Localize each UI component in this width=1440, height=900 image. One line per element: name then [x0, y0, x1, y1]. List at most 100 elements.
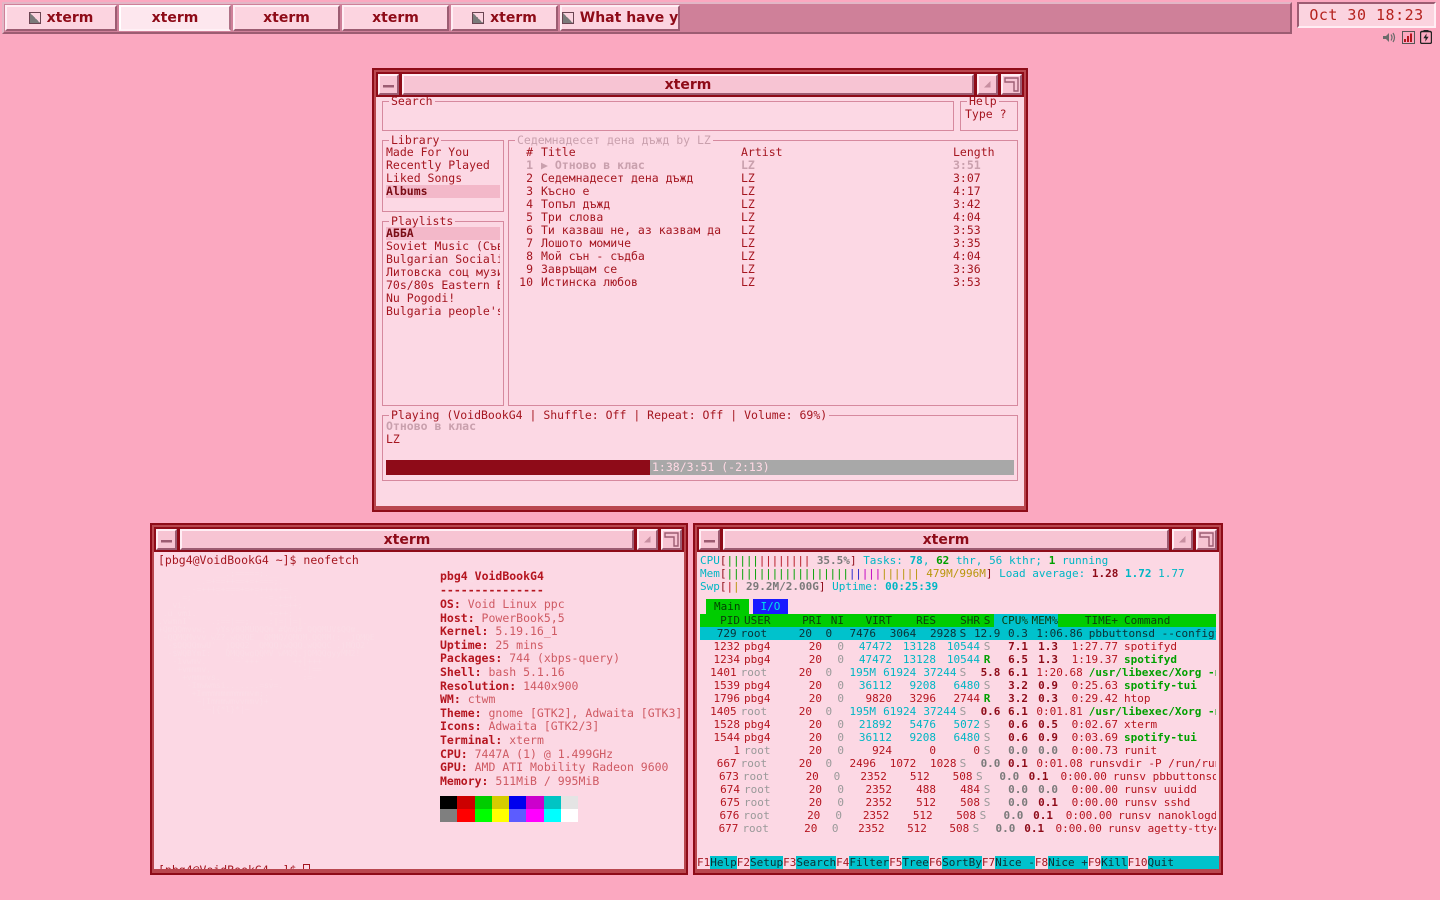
- resize-icon[interactable]: [1196, 529, 1217, 550]
- tab-io[interactable]: I/O: [752, 599, 789, 614]
- process-row[interactable]: 674 root 20 0 2352 488 484 S 0.0 0.0 0:00.00 runsv …: [700, 783, 1216, 796]
- track-row[interactable]: 2 Седемнадесет дена дъжд LZ 3:07: [511, 172, 1015, 185]
- process-row[interactable]: 675 root 20 0 2352 512 508 S 0.0 0.1 0:00.00 runsv …: [700, 796, 1216, 809]
- iconify-icon[interactable]: [1172, 529, 1193, 550]
- htop-tabs[interactable]: Main I/O: [706, 599, 1216, 614]
- library-item[interactable]: Liked Songs: [386, 172, 500, 185]
- resize-icon[interactable]: [661, 529, 682, 550]
- track-table[interactable]: # Title Artist Length 1 ▶ Отново в клас LZ 3:51…: [509, 141, 1017, 289]
- library-box[interactable]: Library Made For You Recently Played Liked…: [382, 134, 504, 212]
- battery-icon[interactable]: [1420, 30, 1432, 44]
- process-row[interactable]: 1405 root 20 0 195M 61924 37244 S 0.6 6.1 0:01.81 /…: [700, 705, 1216, 718]
- process-row[interactable]: 1796 pbg4 20 0 9820 3296 2744 R 3.2 0.3 0:29.42 hto…: [700, 692, 1216, 705]
- taskbar-button-1[interactable]: xterm: [119, 5, 231, 31]
- htop-window[interactable]: xterm CPU[||||||||||||| 35.5%] Tasks: 78…: [693, 523, 1223, 875]
- playlist-item[interactable]: 70s/80s Eastern Blo: [386, 279, 500, 292]
- track-row[interactable]: 1 ▶ Отново в клас LZ 3:51: [511, 159, 1015, 172]
- minimize-icon[interactable]: [378, 74, 399, 95]
- now-playing-box[interactable]: Playing (VoidBookG4 | Shuffle: Off | Rep…: [382, 409, 1018, 481]
- library-list[interactable]: Made For You Recently Played Liked Songs Al…: [383, 141, 503, 198]
- process-row[interactable]: 729 root 20 0 7476 3064 2928 S 12.9 0.3 1:06.86 pbb…: [700, 627, 1216, 640]
- col-header-command[interactable]: Command: [1118, 614, 1170, 627]
- taskbar-button-0[interactable]: xterm: [5, 5, 117, 31]
- playlist-item[interactable]: Литовска соц музика: [386, 266, 500, 279]
- minimize-icon[interactable]: [699, 529, 720, 550]
- tab-main[interactable]: Main: [706, 599, 749, 614]
- col-header-shr[interactable]: SHR: [936, 614, 980, 627]
- col-header-mem[interactable]: MEM%: [1028, 614, 1058, 627]
- library-item[interactable]: Made For You: [386, 146, 500, 159]
- library-item[interactable]: Recently Played: [386, 159, 500, 172]
- track-row[interactable]: 3 Късно е LZ 4:17: [511, 185, 1015, 198]
- speaker-icon[interactable]: [1382, 31, 1397, 44]
- track-row[interactable]: 9 Завръщам се LZ 3:36: [511, 263, 1015, 276]
- col-header-time[interactable]: TIME+: [1058, 614, 1118, 627]
- neofetch-window-titlebar[interactable]: xterm: [154, 527, 684, 552]
- fkey-label[interactable]: Filter: [849, 856, 890, 869]
- process-row[interactable]: 1539 pbg4 20 0 36112 9208 6480 S 3.2 0.9 0:25.63 sp…: [700, 679, 1216, 692]
- playlist-item[interactable]: АББА: [386, 227, 500, 240]
- function-key-bar[interactable]: F1 Help F2 Setup F3 Search F4 Filter F5 Tree F6 Sor…: [697, 856, 1219, 869]
- signal-icon[interactable]: [1402, 30, 1415, 44]
- playlist-item[interactable]: Bulgaria people's r: [386, 305, 500, 318]
- fkey-label[interactable]: Tree: [902, 856, 929, 869]
- col-header-pid[interactable]: PID: [700, 614, 740, 627]
- process-row[interactable]: 1401 root 20 0 195M 61924 37244 S 5.8 6.1 1:20.68 /…: [700, 666, 1216, 679]
- process-row[interactable]: 1544 pbg4 20 0 36112 9208 6480 S 0.6 0.9 0:03.69 sp…: [700, 731, 1216, 744]
- minimize-icon[interactable]: [156, 529, 177, 550]
- htop-client[interactable]: CPU[||||||||||||| 35.5%] Tasks: 78, 62 t…: [697, 552, 1219, 869]
- track-row[interactable]: 10 Истинска любов LZ 3:53: [511, 276, 1015, 289]
- process-list[interactable]: 729 root 20 0 7476 3064 2928 S 12.9 0.3 1:06.86 pbb…: [700, 627, 1216, 835]
- taskbar-button-3[interactable]: xterm: [342, 5, 449, 31]
- spotify-tui-client[interactable]: Search Help Type ? Library Made For You R…: [376, 97, 1024, 506]
- neofetch-window[interactable]: xterm [pbg4@VoidBookG4 ~]$ neofetch __.;…: [150, 523, 688, 875]
- taskbar-button-5[interactable]: What have y: [560, 5, 680, 31]
- col-header-user[interactable]: USER: [740, 614, 792, 627]
- track-row[interactable]: 8 Мой сън - съдба LZ 4:04: [511, 250, 1015, 263]
- track-row[interactable]: 4 Топъл дъжд LZ 3:42: [511, 198, 1015, 211]
- resize-icon[interactable]: [1001, 74, 1022, 95]
- process-table-header[interactable]: PID USER PRI NI VIRT RES SHR S CPU% MEM% TIME+ Comm…: [700, 614, 1216, 627]
- playlist-item[interactable]: Bulgarian Socialist: [386, 253, 500, 266]
- fkey-label[interactable]: Setup: [750, 856, 784, 869]
- process-row[interactable]: 676 root 20 0 2352 512 508 S 0.0 0.1 0:00.00 runsv …: [700, 809, 1216, 822]
- track-row[interactable]: 6 Ти казваш не, аз казвам да LZ 3:53: [511, 224, 1015, 237]
- track-row[interactable]: 5 Три слова LZ 4:04: [511, 211, 1015, 224]
- fkey-label[interactable]: SortBy: [942, 856, 982, 869]
- progress-bar[interactable]: 1:38/3:51 (-2:13): [386, 460, 1014, 475]
- process-row[interactable]: 1234 pbg4 20 0 47472 13128 10544 R 6.5 1.3 1:19.37…: [700, 653, 1216, 666]
- col-header-pri[interactable]: PRI: [792, 614, 822, 627]
- neofetch-client[interactable]: [pbg4@VoidBookG4 ~]$ neofetch __.;=====;…: [154, 552, 684, 869]
- track-list-box[interactable]: Седемнадесет дена дъжд by LZ # Title Artis…: [508, 134, 1018, 406]
- col-header-cpu[interactable]: CPU%: [994, 614, 1028, 627]
- process-row[interactable]: 673 root 20 0 2352 512 508 S 0.0 0.1 0:00.00 runsv …: [700, 770, 1216, 783]
- spotify-tui-window[interactable]: xterm Search Help Type ? Library Made Fo…: [372, 68, 1028, 512]
- process-row[interactable]: 1 root 20 0 924 0 0 S 0.0 0.0 0:00.73 runit: [700, 744, 1216, 757]
- htop-window-titlebar[interactable]: xterm: [697, 527, 1219, 552]
- col-header-ni[interactable]: NI: [822, 614, 844, 627]
- col-header-virt[interactable]: VIRT: [844, 614, 893, 627]
- taskbar-button-2[interactable]: xterm: [233, 5, 340, 31]
- search-input[interactable]: [383, 102, 953, 109]
- col-header-state[interactable]: S: [980, 614, 994, 627]
- fkey-label[interactable]: Help: [710, 856, 737, 869]
- fkey-label[interactable]: Nice +: [1048, 856, 1088, 869]
- search-box[interactable]: Search: [382, 97, 954, 131]
- playlists-box[interactable]: Playlists АББАSoviet Music (СъветBulgari…: [382, 215, 504, 406]
- fkey-label[interactable]: Search: [796, 856, 837, 869]
- fkey-label[interactable]: Quit: [1147, 856, 1174, 869]
- library-item[interactable]: Albums: [386, 185, 500, 198]
- process-row[interactable]: 1232 pbg4 20 0 47472 13128 10544 S 7.1 1.3 1:27.77…: [700, 640, 1216, 653]
- playlists-list[interactable]: АББАSoviet Music (СъветBulgarian Sociali…: [383, 222, 503, 318]
- process-row[interactable]: 1528 pbg4 20 0 21892 5476 5072 S 0.6 0.5 0:02.67 xt…: [700, 718, 1216, 731]
- iconify-icon[interactable]: [637, 529, 658, 550]
- iconify-icon[interactable]: [977, 74, 998, 95]
- taskbar-button-4[interactable]: xterm: [451, 5, 558, 31]
- fkey-label[interactable]: Nice -: [995, 856, 1035, 869]
- playlist-item[interactable]: Nu Pogodi!: [386, 292, 500, 305]
- spotify-window-titlebar[interactable]: xterm: [376, 72, 1024, 97]
- process-row[interactable]: 667 root 20 0 2496 1072 1028 S 0.0 0.1 0:01.08 runs…: [700, 757, 1216, 770]
- playlist-item[interactable]: Soviet Music (Съвет: [386, 240, 500, 253]
- col-header-res[interactable]: RES: [892, 614, 936, 627]
- process-row[interactable]: 677 root 20 0 2352 512 508 S 0.0 0.1 0:00.00 runsv …: [700, 822, 1216, 835]
